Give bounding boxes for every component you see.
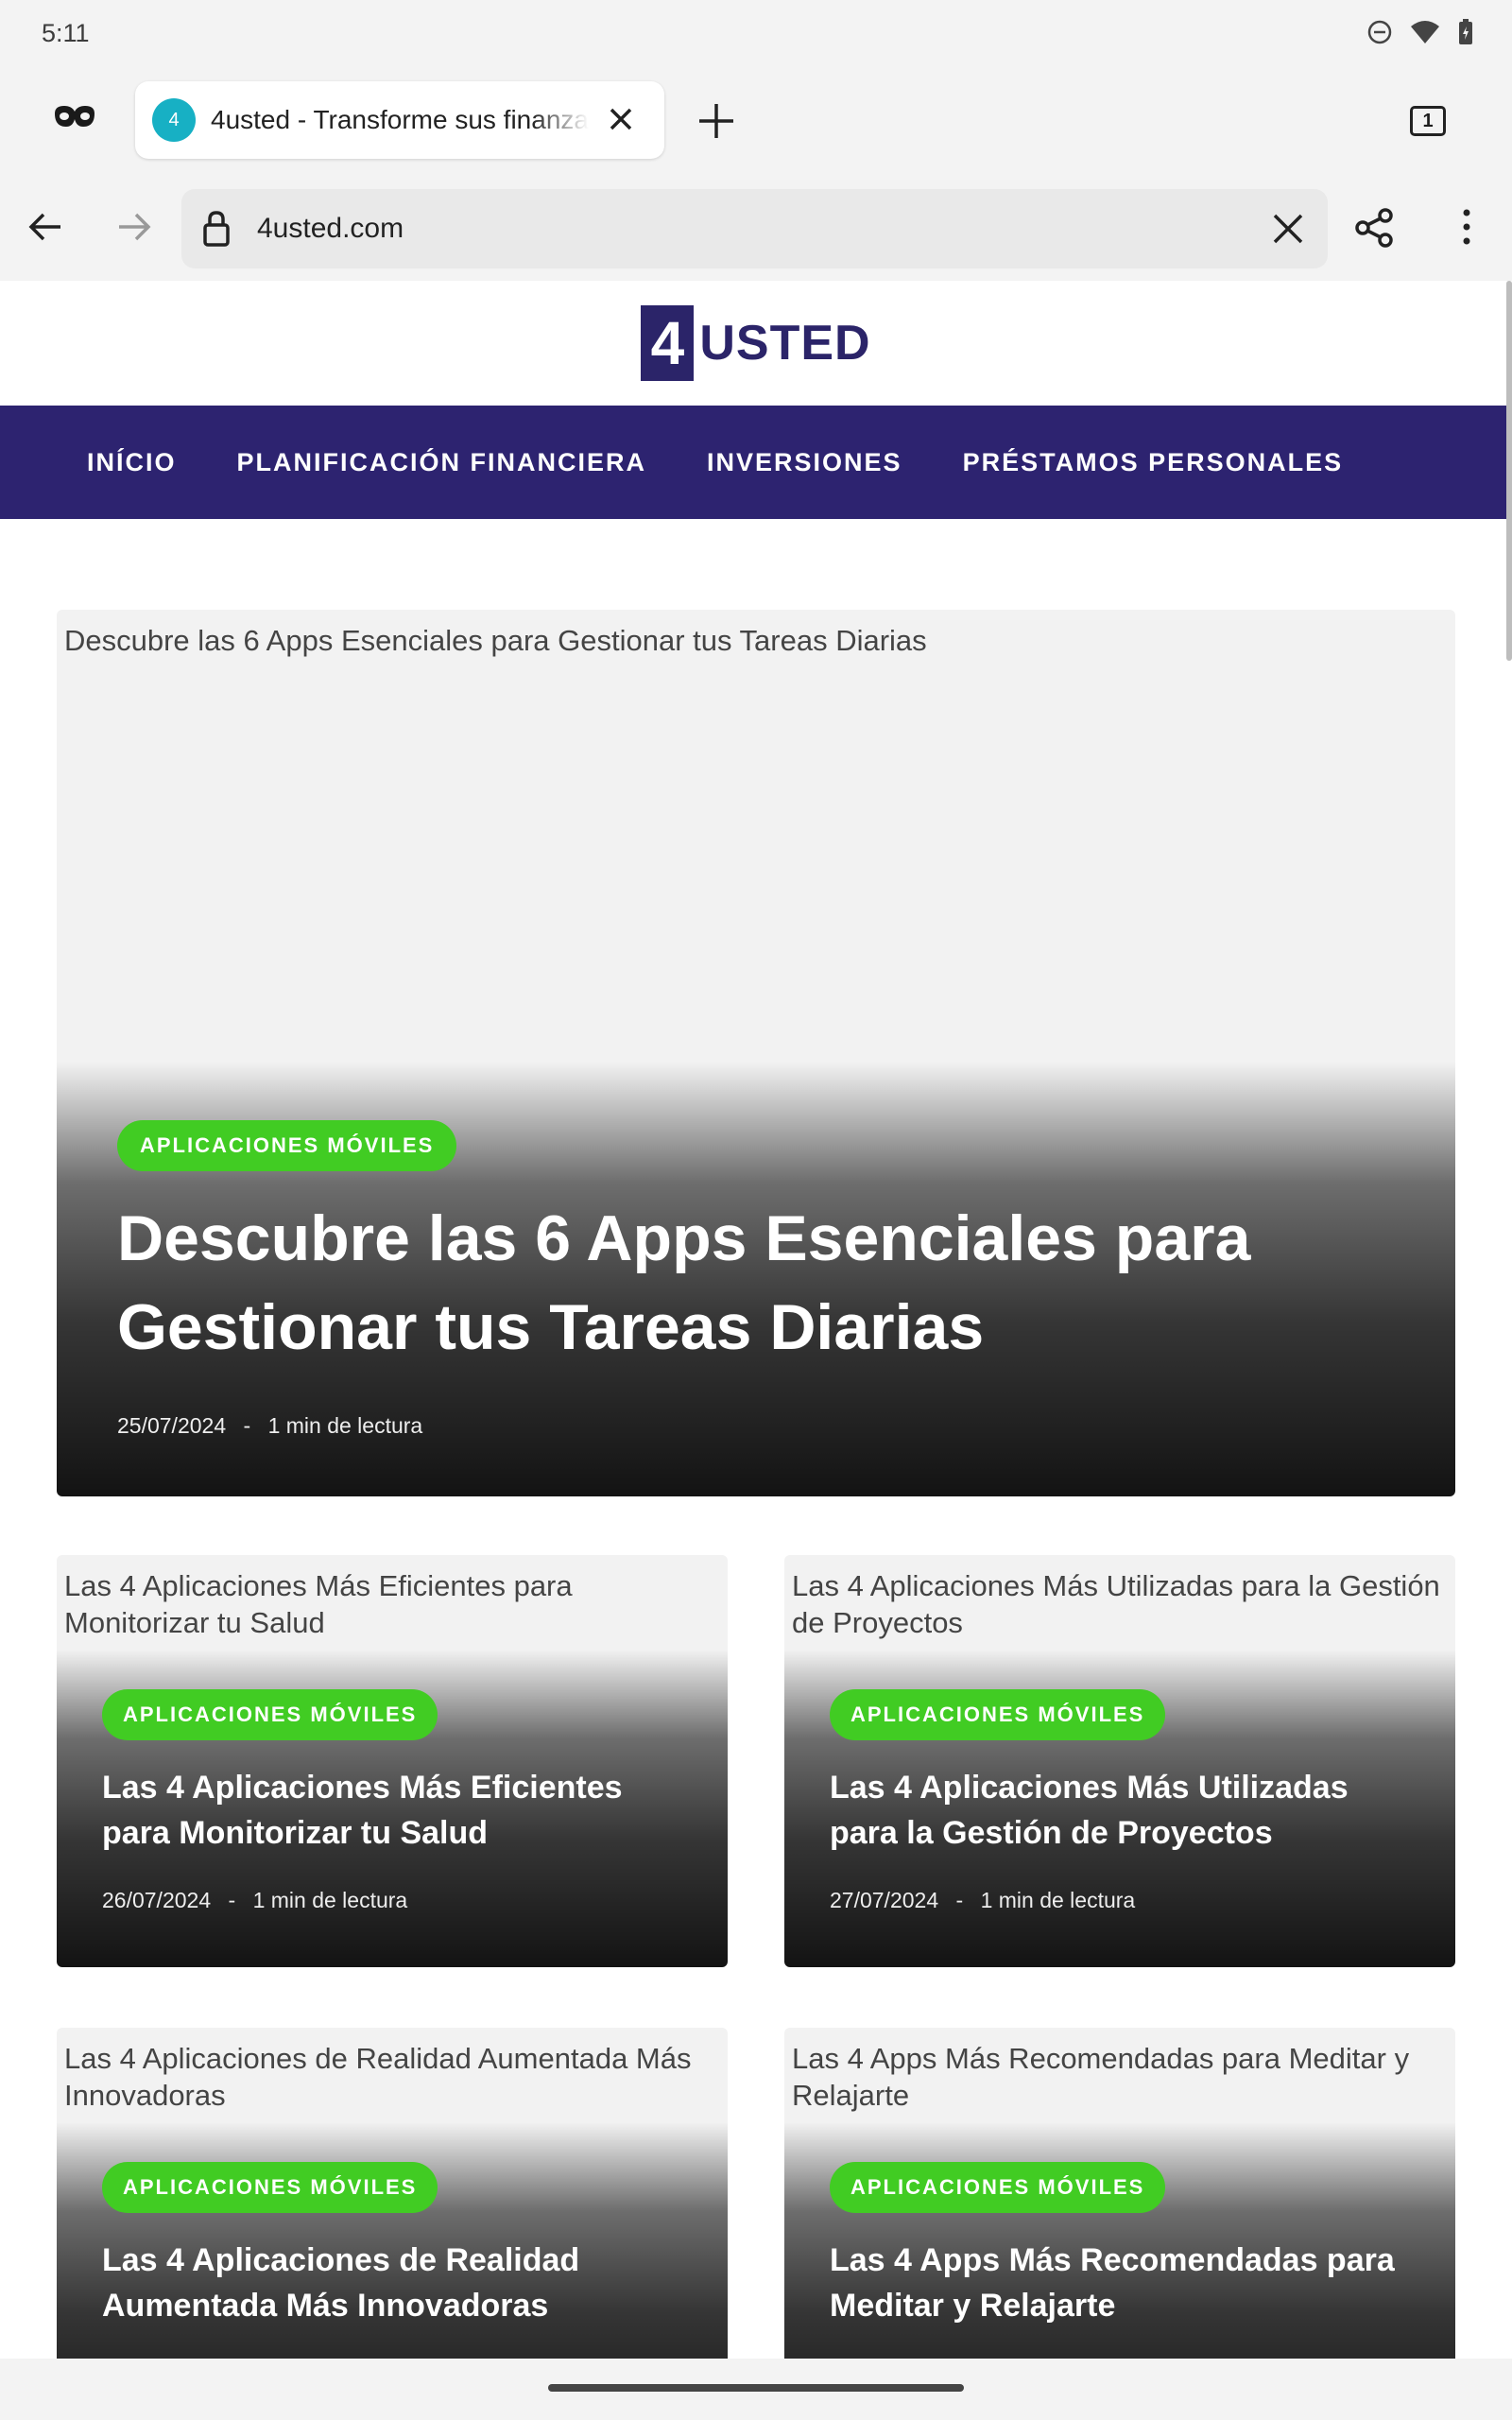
main-nav: INÍCIO PLANIFICACIÓN FINANCIERA INVERSIO…	[0, 406, 1512, 519]
meta-separator: -	[228, 1888, 236, 1912]
site-logo[interactable]: 4 USTED	[641, 305, 870, 381]
article-image-alt: Las 4 Aplicaciones Más Utilizadas para l…	[792, 1569, 1440, 1639]
article-date: 25/07/2024	[117, 1413, 227, 1438]
featured-meta: 25/07/2024 - 1 min de lectura	[117, 1413, 422, 1439]
do-not-disturb-icon	[1367, 20, 1392, 44]
read-time: 1 min de lectura	[267, 1413, 423, 1438]
forward-arrow-icon[interactable]	[115, 208, 153, 246]
category-badge[interactable]: APLICACIONES MÓVILES	[102, 1689, 438, 1740]
url-text[interactable]: 4usted.com	[257, 213, 404, 245]
featured-title[interactable]: Descubre las 6 Apps Esenciales para Gest…	[117, 1194, 1346, 1372]
article-image-alt: Las 4 Aplicaciones Más Eficientes para M…	[64, 1569, 573, 1639]
browser-toolbar: 4usted.com	[0, 172, 1512, 281]
new-tab-icon[interactable]	[697, 102, 735, 140]
featured-image-alt: Descubre las 6 Apps Esenciales para Gest…	[64, 624, 927, 657]
category-badge[interactable]: APLICACIONES MÓVILES	[102, 2162, 438, 2213]
article-meta: 26/07/2024 - 1 min de lectura	[102, 1888, 407, 1913]
article-overlay: APLICACIONES MÓVILES Las 4 Aplicaciones …	[57, 2122, 728, 2359]
address-bar[interactable]: 4usted.com	[181, 189, 1328, 268]
more-options-icon[interactable]	[1455, 206, 1478, 248]
status-bar: 5:11	[0, 0, 1512, 68]
nav-item-planificacion[interactable]: PLANIFICACIÓN FINANCIERA	[237, 448, 647, 477]
clear-url-icon[interactable]	[1269, 210, 1307, 248]
article-title[interactable]: Las 4 Aplicaciones Más Eficientes para M…	[102, 1765, 669, 1856]
meta-separator: -	[243, 1413, 251, 1438]
logo-mark: 4	[641, 305, 695, 381]
tab-title: 4usted - Transforme sus finanzas	[211, 105, 589, 134]
article-date: 27/07/2024	[830, 1888, 939, 1912]
share-icon[interactable]	[1355, 208, 1395, 248]
web-page: 4 USTED INÍCIO PLANIFICACIÓN FINANCIERA …	[0, 281, 1512, 2359]
scrollbar[interactable]	[1506, 281, 1512, 661]
home-gesture-handle[interactable]	[548, 2384, 964, 2392]
read-time: 1 min de lectura	[980, 1888, 1136, 1912]
article-overlay: APLICACIONES MÓVILES Las 4 Aplicaciones …	[784, 1650, 1455, 1967]
category-badge[interactable]: APLICACIONES MÓVILES	[830, 1689, 1166, 1740]
tab-count-button[interactable]: 1	[1410, 106, 1446, 136]
logo-text: USTED	[699, 316, 871, 371]
nav-item-inicio[interactable]: INÍCIO	[87, 448, 177, 477]
article-overlay: APLICACIONES MÓVILES Las 4 Aplicaciones …	[57, 1650, 728, 1967]
back-arrow-icon[interactable]	[26, 208, 64, 246]
article-card[interactable]: Las 4 Apps Más Recomendadas para Meditar…	[784, 2028, 1455, 2359]
nav-item-inversiones[interactable]: INVERSIONES	[707, 448, 902, 477]
article-image-alt: Las 4 Apps Más Recomendadas para Meditar…	[792, 2042, 1410, 2112]
incognito-icon[interactable]	[53, 102, 96, 132]
meta-separator: -	[955, 1888, 964, 1912]
article-title[interactable]: Las 4 Aplicaciones de Realidad Aumentada…	[102, 2238, 669, 2328]
lock-icon	[203, 211, 230, 247]
article-overlay: APLICACIONES MÓVILES Las 4 Apps Más Reco…	[784, 2122, 1455, 2359]
wifi-icon	[1411, 21, 1439, 43]
article-image-alt: Las 4 Aplicaciones de Realidad Aumentada…	[64, 2042, 692, 2112]
browser-tab[interactable]: 4 4usted - Transforme sus finanzas	[135, 81, 664, 159]
tab-strip: 4 4usted - Transforme sus finanzas 1	[0, 68, 1512, 172]
article-card[interactable]: Las 4 Aplicaciones Más Utilizadas para l…	[784, 1555, 1455, 1967]
read-time: 1 min de lectura	[252, 1888, 408, 1912]
featured-overlay: APLICACIONES MÓVILES Descubre las 6 Apps…	[57, 1062, 1455, 1496]
battery-icon	[1459, 19, 1472, 44]
article-meta: 27/07/2024 - 1 min de lectura	[830, 1888, 1135, 1913]
nav-item-prestamos[interactable]: PRÉSTAMOS PERSONALES	[963, 448, 1344, 477]
article-card[interactable]: Las 4 Aplicaciones de Realidad Aumentada…	[57, 2028, 728, 2359]
status-icons	[1366, 19, 1474, 45]
article-date: 26/07/2024	[102, 1888, 212, 1912]
category-badge[interactable]: APLICACIONES MÓVILES	[117, 1120, 457, 1171]
article-title[interactable]: Las 4 Apps Más Recomendadas para Meditar…	[830, 2238, 1397, 2328]
category-badge[interactable]: APLICACIONES MÓVILES	[830, 2162, 1166, 2213]
gesture-nav-bar	[0, 2359, 1512, 2420]
article-card[interactable]: Las 4 Aplicaciones Más Eficientes para M…	[57, 1555, 728, 1967]
status-time: 5:11	[42, 19, 90, 47]
tab-close-icon[interactable]	[604, 102, 638, 136]
article-title[interactable]: Las 4 Aplicaciones Más Utilizadas para l…	[830, 1765, 1397, 1856]
featured-article-card[interactable]: Descubre las 6 Apps Esenciales para Gest…	[57, 610, 1455, 1496]
tab-favicon: 4	[152, 98, 196, 142]
site-header: 4 USTED	[0, 281, 1512, 406]
